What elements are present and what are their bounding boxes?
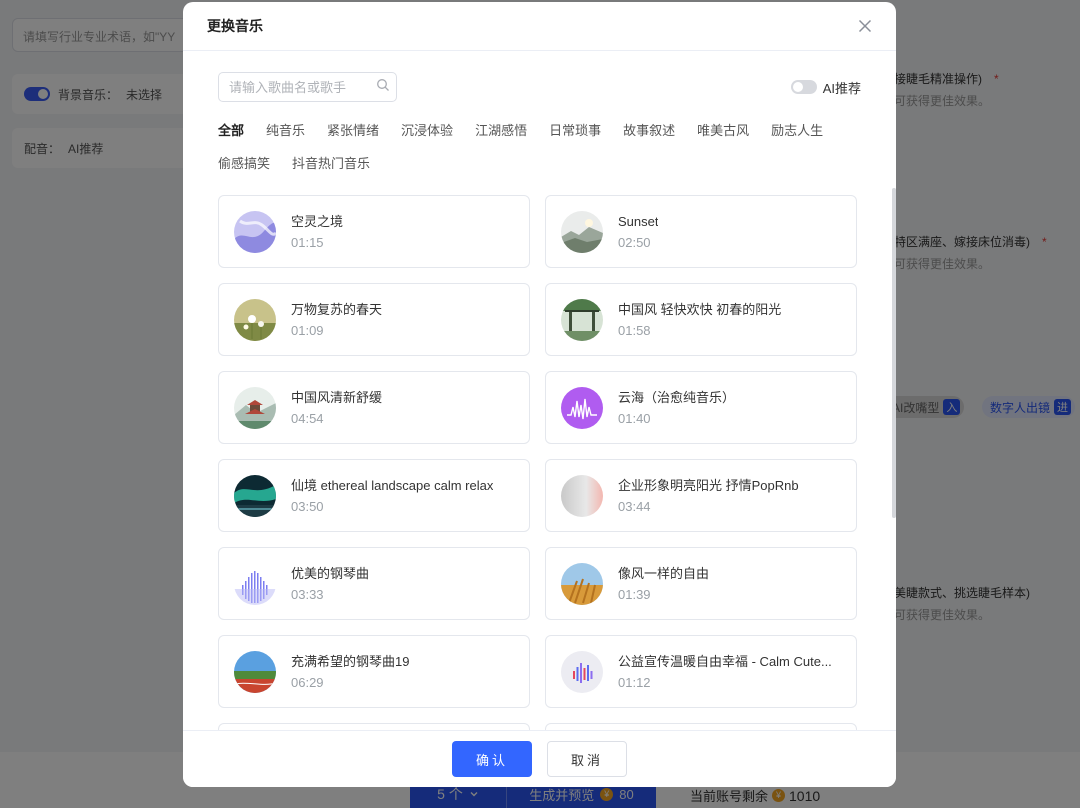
- song-title: 公益宣传温暖自由幸福 - Calm Cute...: [618, 653, 832, 669]
- close-icon[interactable]: [856, 17, 874, 35]
- dialog-footer: 确认 取消: [183, 730, 896, 787]
- song-info: 像风一样的自由 01:39: [618, 566, 709, 602]
- song-title: 充满希望的钢琴曲19: [291, 653, 410, 669]
- song-title: 像风一样的自由: [618, 565, 710, 581]
- song-info: 万物复苏的春天 01:09: [291, 302, 382, 338]
- song-card[interactable]: 万物复苏的春天 01:09: [218, 283, 530, 356]
- tab-category-5[interactable]: 日常琐事: [549, 122, 601, 139]
- song-title: 中国风 轻快欢快 初春的阳光: [618, 301, 782, 317]
- song-duration: 01:58: [618, 322, 651, 338]
- song-card[interactable]: Sunset 02:50: [545, 195, 857, 268]
- song-card[interactable]: [545, 723, 857, 730]
- cancel-button[interactable]: 取消: [547, 741, 627, 777]
- song-title: Sunset: [618, 213, 659, 229]
- song-cover-image: [561, 562, 603, 605]
- song-card[interactable]: 公益宣传温暖自由幸福 - Calm Cute... 01:12: [545, 635, 857, 708]
- song-card[interactable]: 优美的钢琴曲 03:33: [218, 547, 530, 620]
- song-duration: 01:09: [291, 322, 324, 338]
- tab-category-10[interactable]: 抖音热门音乐: [292, 155, 370, 172]
- ai-recommend-switch[interactable]: AI推荐: [790, 78, 861, 97]
- song-title: 空灵之境: [291, 213, 344, 229]
- song-cover-image: [561, 298, 603, 341]
- ai-recommend-label: AI推荐: [822, 80, 861, 96]
- song-grid: 空灵之境 01:15 Sunset 02:50 万物复苏的春天 01:09 中国风 轻快欢快…: [218, 195, 858, 730]
- tab-category-2[interactable]: 紧张情绪: [327, 122, 379, 139]
- song-duration: 02:50: [618, 234, 651, 250]
- song-cover-image: [234, 210, 276, 253]
- song-info: 仙境 ethereal landscape calm relax 03:50: [291, 478, 493, 514]
- tab-category-0[interactable]: 全部: [218, 122, 244, 139]
- song-card[interactable]: 中国风清新舒缓 04:54: [218, 371, 530, 444]
- song-card[interactable]: 充满希望的钢琴曲19 06:29: [218, 635, 530, 708]
- song-info: 优美的钢琴曲 03:33: [291, 566, 369, 602]
- song-list: 空灵之境 01:15 Sunset 02:50 万物复苏的春天 01:09 中国风 轻快欢快…: [218, 195, 858, 730]
- song-duration: 03:33: [291, 586, 324, 602]
- song-cover-image: [234, 474, 276, 517]
- tab-category-9[interactable]: 偷感搞笑: [218, 155, 270, 172]
- song-card[interactable]: 像风一样的自由 01:39: [545, 547, 857, 620]
- song-info: Sunset 02:50: [618, 214, 658, 250]
- song-cover-image: [234, 650, 276, 693]
- song-list-scrollbar[interactable]: [892, 188, 896, 518]
- song-info: 中国风清新舒缓 04:54: [291, 390, 382, 426]
- change-music-dialog: 更换音乐 AI推荐 全部 纯音乐 紧张情绪 沉浸体验 江湖感悟 日常琐事 故事叙述 唯美古风 励…: [183, 2, 896, 787]
- tab-category-6[interactable]: 故事叙述: [623, 122, 675, 139]
- dialog-title: 更换音乐: [207, 18, 263, 34]
- dialog-header: 更换音乐: [183, 2, 896, 51]
- song-duration: 04:54: [291, 410, 324, 426]
- song-cover-image: [234, 386, 276, 429]
- tab-category-1[interactable]: 纯音乐: [266, 122, 305, 139]
- song-title: 万物复苏的春天: [291, 301, 383, 317]
- song-cover-image: [561, 386, 603, 429]
- song-card[interactable]: 企业形象明亮阳光 抒情PopRnb 03:44: [545, 459, 857, 532]
- song-card[interactable]: [218, 723, 530, 730]
- song-duration: 01:39: [618, 586, 651, 602]
- song-card[interactable]: 仙境 ethereal landscape calm relax 03:50: [218, 459, 530, 532]
- song-duration: 01:12: [618, 674, 651, 690]
- song-info: 空灵之境 01:15: [291, 214, 343, 250]
- ai-recommend-toggle[interactable]: [790, 80, 817, 94]
- song-title: 仙境 ethereal landscape calm relax: [291, 477, 494, 493]
- song-card[interactable]: 中国风 轻快欢快 初春的阳光 01:58: [545, 283, 857, 356]
- tab-category-7[interactable]: 唯美古风: [697, 122, 749, 139]
- category-tabs: 全部 纯音乐 紧张情绪 沉浸体验 江湖感悟 日常琐事 故事叙述 唯美古风 励志人生偷感搞笑 抖音热…: [218, 122, 838, 172]
- search-row: AI推荐: [218, 72, 861, 102]
- song-search-input[interactable]: [229, 79, 369, 95]
- song-cover-image: [234, 298, 276, 341]
- song-info: 充满希望的钢琴曲19 06:29: [291, 654, 409, 690]
- tab-category-8[interactable]: 励志人生: [771, 122, 823, 139]
- confirm-button[interactable]: 确认: [452, 741, 532, 777]
- search-icon[interactable]: [376, 78, 390, 97]
- song-duration: 03:50: [291, 498, 324, 514]
- song-cover-image: [561, 210, 603, 253]
- song-cover-image: [561, 474, 603, 517]
- song-search-box[interactable]: [218, 72, 397, 102]
- song-title: 云海（治愈纯音乐）: [618, 389, 736, 405]
- song-cover-image: [234, 562, 276, 605]
- song-title: 优美的钢琴曲: [291, 565, 370, 581]
- song-duration: 06:29: [291, 674, 324, 690]
- song-cover-image: [561, 650, 603, 693]
- song-info: 云海（治愈纯音乐） 01:40: [618, 390, 735, 426]
- song-title: 中国风清新舒缓: [291, 389, 383, 405]
- tab-category-4[interactable]: 江湖感悟: [475, 122, 527, 139]
- song-duration: 03:44: [618, 498, 651, 514]
- song-card[interactable]: 云海（治愈纯音乐） 01:40: [545, 371, 857, 444]
- tab-category-3[interactable]: 沉浸体验: [401, 122, 453, 139]
- song-title: 企业形象明亮阳光 抒情PopRnb: [618, 477, 799, 493]
- song-card[interactable]: 空灵之境 01:15: [218, 195, 530, 268]
- song-info: 公益宣传温暖自由幸福 - Calm Cute... 01:12: [618, 654, 832, 690]
- song-duration: 01:40: [618, 410, 651, 426]
- song-info: 中国风 轻快欢快 初春的阳光 01:58: [618, 302, 781, 338]
- song-duration: 01:15: [291, 234, 324, 250]
- song-info: 企业形象明亮阳光 抒情PopRnb 03:44: [618, 478, 799, 514]
